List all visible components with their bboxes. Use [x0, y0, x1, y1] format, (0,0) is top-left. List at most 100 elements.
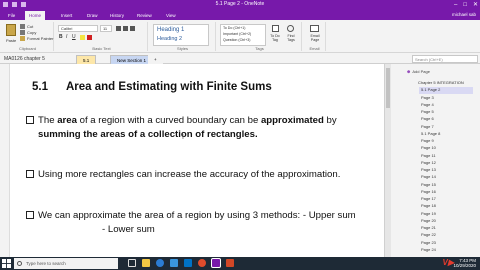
section-tab-new-section-1[interactable]: New Section 1 — [110, 55, 154, 64]
notebook-picker[interactable]: MA0126 chapter 5 — [2, 55, 72, 63]
section-tab-5-1[interactable]: 5.1 — [76, 55, 97, 64]
font-size-select[interactable]: 11 — [100, 25, 112, 32]
add-page-button[interactable]: ⊕ Add Page — [407, 68, 467, 76]
tab-home[interactable]: Home — [25, 11, 46, 20]
email-page-button[interactable]: Email Page — [306, 34, 324, 42]
style-heading1[interactable]: Heading 1 — [157, 27, 184, 33]
tab-draw[interactable]: Draw — [83, 11, 102, 20]
italic-icon[interactable]: I — [66, 34, 67, 40]
page-list-item[interactable]: Page 20 — [419, 218, 473, 225]
tab-history[interactable]: History — [106, 11, 128, 20]
tag-todo[interactable]: To Do (Ctrl+1) — [223, 26, 245, 30]
edge-icon[interactable] — [156, 259, 164, 267]
todo-tag-button[interactable]: To Do Tag — [268, 34, 282, 42]
mail-icon[interactable] — [184, 259, 192, 267]
tag-question[interactable]: Question (Ctrl+3) — [223, 38, 250, 42]
underline-icon[interactable]: U — [72, 34, 76, 40]
plus-icon: ⊕ — [407, 69, 411, 74]
tags-gallery[interactable]: To Do (Ctrl+1) Important (Ctrl+2) Questi… — [220, 24, 266, 46]
page-list-item[interactable]: Page 21 — [419, 225, 473, 232]
page-list-item[interactable]: Page 22 — [419, 232, 473, 239]
paste-icon[interactable] — [6, 24, 16, 36]
page-list-item[interactable]: Page 12 — [419, 160, 473, 167]
page-list-item[interactable]: Page 15 — [419, 182, 473, 189]
page-list-item[interactable]: Page 11 — [419, 153, 473, 160]
paste-button[interactable]: Paste — [6, 38, 16, 43]
page-list-item[interactable]: Page 10 — [419, 145, 473, 152]
font-color-icon[interactable] — [87, 35, 92, 40]
task-view-icon[interactable] — [128, 259, 136, 267]
email-page-icon — [310, 25, 319, 32]
bullet-2-text: Using more rectangles can increase the a… — [38, 169, 341, 180]
bold-icon[interactable]: B — [59, 34, 63, 40]
add-page-label: Add Page — [412, 69, 430, 74]
numbering-icon[interactable] — [123, 26, 128, 31]
page-list-item[interactable]: Page 3 — [419, 95, 473, 102]
tag-important[interactable]: Important (Ctrl+2) — [223, 32, 251, 36]
style-heading2[interactable]: Heading 2 — [157, 36, 182, 42]
page-list-item[interactable]: 5.1 Page 2 — [419, 87, 473, 94]
chrome-icon[interactable] — [198, 259, 206, 267]
tab-file[interactable]: File — [4, 11, 19, 20]
page-list-item[interactable]: 5.1 Page 8 — [419, 131, 473, 138]
pages-pane: ⊕ Add Page Chapter 5 INTEGRATION 5.1 Page … — [384, 64, 480, 257]
styles-gallery[interactable]: Heading 1 Heading 2 — [153, 24, 209, 46]
tab-insert[interactable]: Insert — [57, 11, 76, 20]
bold-text: area — [57, 115, 77, 126]
page-list-item[interactable]: Page 13 — [419, 167, 473, 174]
highlight-icon[interactable] — [80, 35, 85, 40]
page-list-item[interactable]: Page 17 — [419, 196, 473, 203]
page-list-item[interactable]: Page 19 — [419, 211, 473, 218]
scrollbar-thumb[interactable] — [386, 68, 390, 108]
copy-button[interactable]: Copy — [27, 30, 36, 35]
styles-group: Heading 1 Heading 2 Styles — [150, 22, 216, 51]
checkbox-icon[interactable] — [26, 211, 34, 219]
file-explorer-icon[interactable] — [142, 259, 150, 267]
page-list-item[interactable]: Page 6 — [419, 116, 473, 123]
section-number: 5.1 — [32, 81, 48, 93]
add-section-button[interactable]: + — [148, 55, 163, 64]
page-list-item[interactable]: Page 18 — [419, 203, 473, 210]
email-group: Email Page Email — [304, 22, 326, 51]
powerpoint-icon[interactable] — [226, 259, 234, 267]
minimize-icon[interactable]: – — [454, 1, 457, 9]
search-icon — [17, 261, 22, 266]
bullets-icon[interactable] — [116, 26, 121, 31]
page-list-item[interactable]: Page 5 — [419, 109, 473, 116]
page-list-item[interactable]: Page 24 — [419, 247, 473, 254]
page-canvas[interactable]: 5.1 Area and Estimating with Finite Sums … — [10, 64, 384, 257]
clock-date[interactable]: 10/29/2020 — [453, 263, 476, 269]
page-list-item[interactable]: Chapter 5 INTEGRATION — [416, 80, 470, 87]
maximize-icon[interactable]: □ — [463, 1, 467, 9]
search-input[interactable]: Search (Ctrl+E) — [412, 55, 478, 63]
windows-start-icon[interactable] — [2, 259, 11, 268]
page-list-item[interactable]: Page 16 — [419, 189, 473, 196]
store-icon[interactable] — [170, 259, 178, 267]
checkbox-icon[interactable] — [26, 170, 34, 178]
cut-button[interactable]: Cut — [27, 24, 33, 29]
page-list-item[interactable]: Page 9 — [419, 138, 473, 145]
bullet-1-text: The area of a region with a curved bound… — [38, 115, 337, 140]
basic-text-group: Calibri 11 B I U Basic Text — [56, 22, 148, 51]
user-name[interactable]: michael sab — [452, 12, 476, 17]
close-icon[interactable]: ✕ — [473, 1, 478, 9]
pages-scrollbar[interactable] — [385, 64, 391, 257]
window-title: 5.1 Page 2 - OneNote — [215, 1, 265, 7]
indent-icon[interactable] — [130, 26, 135, 31]
font-name-select[interactable]: Calibri — [58, 25, 98, 32]
watermark-logo: V▶ — [442, 258, 455, 267]
tab-review[interactable]: Review — [133, 11, 156, 20]
onenote-icon[interactable] — [211, 258, 221, 268]
page-list-item[interactable]: Page 7 — [419, 124, 473, 131]
page-list-item[interactable]: Page 14 — [419, 174, 473, 181]
format-painter-button[interactable]: Format Painter — [27, 36, 53, 41]
taskbar-search-input[interactable]: Type here to search — [14, 258, 118, 269]
ribbon-tabs: File Home Insert Draw History Review Vie… — [0, 10, 480, 20]
checkbox-icon[interactable] — [26, 116, 34, 124]
page-list-item[interactable]: Page 23 — [419, 240, 473, 247]
tab-view[interactable]: View — [162, 11, 180, 20]
format-painter-icon — [20, 36, 25, 41]
page-list-item[interactable]: Page 4 — [419, 102, 473, 109]
tags-group: To Do (Ctrl+1) Important (Ctrl+2) Questi… — [218, 22, 302, 51]
find-tags-button[interactable]: Find Tags — [284, 34, 298, 42]
